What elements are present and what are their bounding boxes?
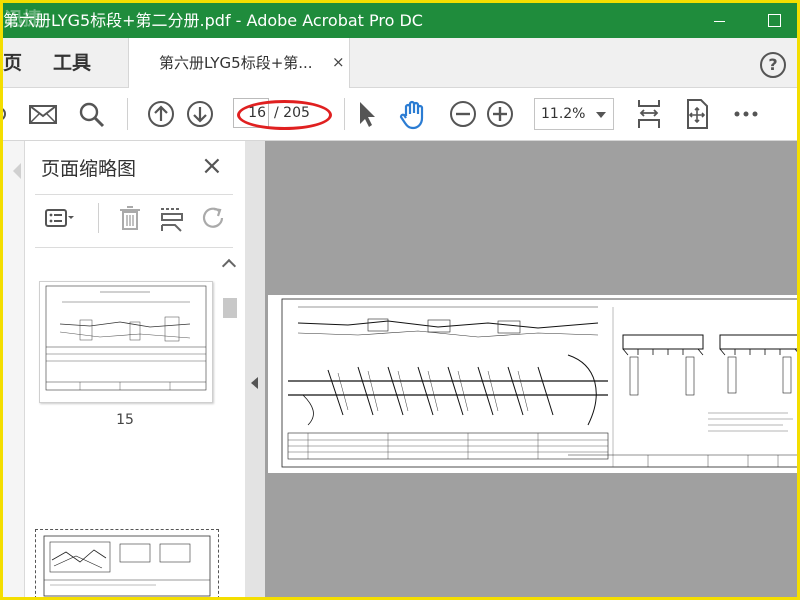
thumbnail-list: 15 (25, 256, 245, 597)
scrollbar-thumb[interactable] (223, 298, 237, 318)
thumbnails-panel: 页面缩略图 × 15 (25, 141, 245, 597)
hand-tool-icon[interactable] (395, 96, 431, 132)
window-title: 第六册LYG5标段+第二分册.pdf - Adobe Acrobat Pro D… (3, 11, 423, 30)
collapse-arrow-icon[interactable] (251, 377, 258, 389)
acrobat-window: 第六册LYG5标段+第二分册.pdf - Adobe Acrobat Pro D… (3, 3, 797, 597)
menu-home[interactable]: 页 (3, 38, 22, 88)
zoom-level-select[interactable]: 11.2% (534, 98, 614, 130)
title-bar: 第六册LYG5标段+第二分册.pdf - Adobe Acrobat Pro D… (3, 3, 797, 38)
panel-separator (98, 203, 99, 233)
zoom-out-icon[interactable] (445, 96, 481, 132)
rotate-icon[interactable] (197, 201, 231, 235)
insert-page-icon[interactable] (155, 201, 189, 235)
thumbnail-options-icon[interactable] (43, 201, 77, 235)
chevron-down-icon (596, 112, 606, 118)
navigation-pointer-icon (13, 163, 21, 179)
fit-width-icon[interactable] (631, 96, 667, 132)
toolbar-separator (344, 98, 345, 130)
select-arrow-icon[interactable] (348, 96, 384, 132)
tab-row: 页 工具 第六册LYG5标段+第... × ? (3, 38, 797, 89)
watermark-logo: 迅捷 (5, 9, 41, 30)
panel-collapse-strip[interactable] (245, 141, 265, 597)
thumbnail-page-number: 15 (116, 412, 134, 428)
navigation-strip (3, 141, 25, 597)
minimize-button[interactable] (696, 3, 742, 38)
pdf-page (268, 295, 797, 473)
scroll-up-icon[interactable] (221, 258, 237, 274)
delete-icon[interactable] (113, 201, 147, 235)
toolbar-separator (127, 98, 128, 130)
panel-divider (35, 194, 233, 195)
next-page-icon[interactable] (182, 96, 218, 132)
maximize-button[interactable] (751, 3, 797, 38)
annotation-circle (237, 100, 332, 130)
engineering-drawing (281, 298, 797, 468)
close-icon[interactable]: × (201, 153, 223, 179)
mail-icon[interactable] (25, 96, 61, 132)
thumbnail-scrollbar[interactable] (221, 256, 237, 597)
page-thumbnail[interactable] (39, 281, 213, 403)
panel-divider (35, 247, 233, 248)
search-icon[interactable] (73, 96, 109, 132)
selected-thumbnail[interactable] (35, 529, 219, 597)
menu-tools[interactable]: 工具 (53, 38, 91, 88)
close-tab-icon[interactable]: × (332, 55, 345, 70)
more-icon[interactable] (728, 96, 764, 132)
fit-page-icon[interactable] (679, 96, 715, 132)
help-icon[interactable]: ? (760, 52, 786, 78)
zoom-level-value: 11.2% (541, 106, 586, 122)
panel-title: 页面缩略图 (41, 158, 137, 180)
document-view[interactable] (245, 141, 797, 597)
zoom-in-icon[interactable] (482, 96, 518, 132)
toolbar: 16 / 205 11.2% (3, 88, 797, 141)
document-tab-label: 第六册LYG5标段+第... (159, 54, 313, 72)
save-icon[interactable] (3, 96, 17, 132)
prev-page-icon[interactable] (143, 96, 179, 132)
document-tab[interactable]: 第六册LYG5标段+第... × (128, 38, 350, 89)
